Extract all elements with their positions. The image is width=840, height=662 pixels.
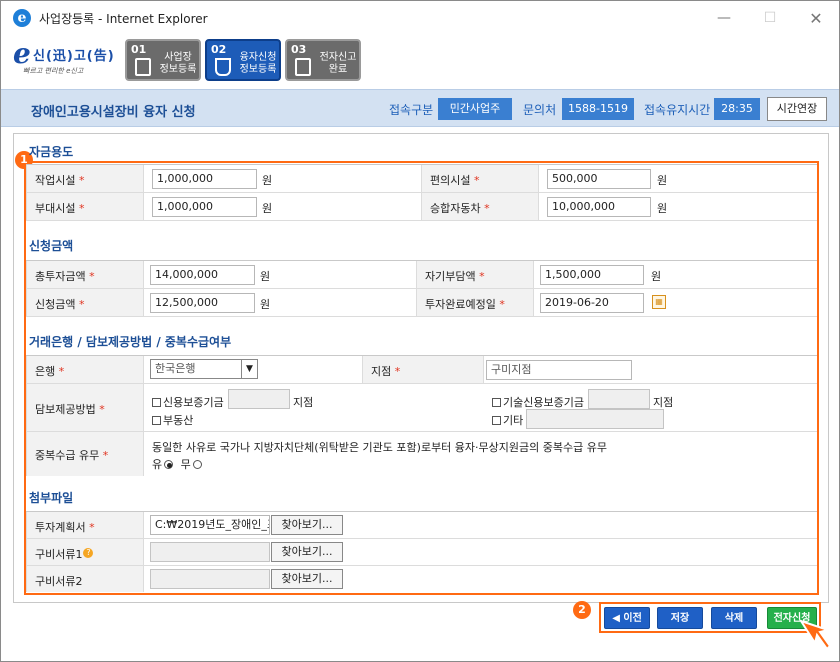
- total-investment-input[interactable]: 14,000,000: [150, 265, 255, 285]
- table-row: 은행 * 한국은행 ▼ 지점 * 구미지점: [26, 356, 817, 384]
- work-facility-input[interactable]: 1,000,000: [152, 169, 257, 189]
- section-fund-use: 자금용도: [29, 145, 74, 159]
- extend-time-button[interactable]: 시간연장: [767, 97, 827, 121]
- bank-select[interactable]: 한국은행 ▼: [150, 359, 258, 379]
- contact-value: 1588-1519: [562, 98, 634, 120]
- session-time-label: 접속유지시간: [644, 103, 711, 117]
- step-03[interactable]: 03 전자신고 완료: [285, 39, 361, 81]
- title-bar: e 사업장등록 - Internet Explorer — ☐ ✕: [1, 1, 839, 35]
- internet-explorer-icon: e: [13, 9, 31, 27]
- table-row: 구비서류2 찾아보기...: [26, 566, 817, 592]
- section-bank: 거래은행 / 담보제공방법 / 중복수급여부: [29, 335, 232, 349]
- request-amount-input[interactable]: 12,500,000: [150, 293, 255, 313]
- table-row: 신청금액 * 12,500,000 원 투자완료예정일 * 2019-06-20…: [26, 289, 817, 317]
- pen-icon: [215, 58, 231, 76]
- access-type-value: 민간사업주: [438, 98, 512, 120]
- table-row: 작업시설 * 1,000,000 원 편의시설 * 500,000 원: [26, 165, 817, 193]
- step-badge-2: 2: [573, 601, 591, 619]
- document2-browse-button[interactable]: 찾아보기...: [271, 569, 343, 589]
- attachments-table: 투자계획서 * C:₩2019년도_장애인_표준 찾아보기... 구비서류1? …: [26, 511, 817, 592]
- minimize-button[interactable]: —: [701, 1, 747, 35]
- branch-input[interactable]: 구미지점: [486, 360, 632, 380]
- tech-guarantee-branch-input[interactable]: [588, 389, 650, 409]
- incidental-facility-input[interactable]: 1,000,000: [152, 197, 257, 217]
- amount-table: 총투자금액 * 14,000,000 원 자기부담액 * 1,500,000 원…: [26, 260, 817, 317]
- etc-input[interactable]: [526, 409, 664, 429]
- close-button[interactable]: ✕: [793, 1, 839, 35]
- convenience-facility-input[interactable]: 500,000: [547, 169, 651, 189]
- step-01[interactable]: 01 사업장 정보등록: [125, 39, 201, 81]
- pointer-cursor-icon: [799, 619, 831, 651]
- section-attachments: 첨부파일: [29, 491, 74, 505]
- bank-table: 은행 * 한국은행 ▼ 지점 * 구미지점 담보제공방법 * 신용보증기금 지점 …: [26, 355, 817, 476]
- investment-plan-file-input[interactable]: C:₩2019년도_장애인_표준: [150, 515, 270, 535]
- header: e 신(迅)고(告) 빠르고 편리한 e신고 01 사업장 정보등록 02 융자신…: [1, 35, 839, 85]
- duplicate-description: 동일한 사유로 국가나 지방자치단체(위탁받은 기관도 포함)로부터 융자·무상…: [152, 441, 607, 454]
- page-title: 장애인고용시설장비 융자 신청: [31, 105, 196, 120]
- self-payment-input[interactable]: 1,500,000: [540, 265, 644, 285]
- step-indicator: 01 사업장 정보등록 02 융자신청 정보등록 03 전자신고 완료: [125, 39, 365, 81]
- access-type-label: 접속구분: [389, 103, 434, 117]
- investment-plan-browse-button[interactable]: 찾아보기...: [271, 515, 343, 535]
- info-bar: 장애인고용시설장비 융자 신청 접속구분 민간사업주 문의처 1588-1519…: [1, 89, 839, 127]
- duplicate-yes-radio[interactable]: [164, 460, 174, 469]
- real-estate-checkbox[interactable]: 부동산: [152, 412, 193, 428]
- table-row: 총투자금액 * 14,000,000 원 자기부담액 * 1,500,000 원: [26, 261, 817, 289]
- chevron-down-icon: ▼: [241, 360, 257, 378]
- credit-guarantee-branch-input[interactable]: [228, 389, 290, 409]
- duplicate-no-radio[interactable]: [192, 460, 202, 469]
- document1-browse-button[interactable]: 찾아보기...: [271, 542, 343, 562]
- window-title: 사업장등록 - Internet Explorer: [39, 11, 208, 26]
- step-02[interactable]: 02 융자신청 정보등록: [205, 39, 281, 81]
- table-row: 투자계획서 * C:₩2019년도_장애인_표준 찾아보기...: [26, 512, 817, 539]
- fund-use-table: 작업시설 * 1,000,000 원 편의시설 * 500,000 원 부대시설…: [26, 164, 817, 221]
- section-amount: 신청금액: [29, 239, 74, 253]
- help-icon[interactable]: ?: [83, 548, 94, 558]
- session-time-value: 28:35: [714, 98, 760, 120]
- document1-file-input[interactable]: [150, 542, 270, 562]
- table-row: 부대시설 * 1,000,000 원 승합자동차 * 10,000,000 원: [26, 193, 817, 221]
- document-icon: [295, 58, 311, 76]
- credit-guarantee-checkbox[interactable]: 신용보증기금: [152, 394, 224, 410]
- table-row: 중복수급 유무 * 동일한 사유로 국가나 지방자치단체(위탁받은 기관도 포함…: [26, 432, 817, 476]
- contact-label: 문의처: [523, 103, 557, 117]
- tech-guarantee-checkbox[interactable]: 기술신용보증기금: [492, 394, 584, 410]
- table-row: 구비서류1? 찾아보기...: [26, 539, 817, 566]
- building-icon: [135, 58, 151, 76]
- delete-button[interactable]: 삭제: [711, 607, 757, 629]
- browser-window: e 사업장등록 - Internet Explorer — ☐ ✕ e 신(迅)…: [0, 0, 840, 662]
- save-button[interactable]: 저장: [657, 607, 703, 629]
- table-row: 담보제공방법 * 신용보증기금 지점 부동산 기술신용보증기금 지점 기타: [26, 384, 817, 432]
- completion-date-input[interactable]: 2019-06-20: [540, 293, 644, 313]
- maximize-button[interactable]: ☐: [747, 1, 793, 35]
- etc-checkbox[interactable]: 기타: [492, 412, 523, 428]
- prev-button[interactable]: ◀ 이전: [604, 607, 650, 629]
- e-singo-logo: e 신(迅)고(告) 빠르고 편리한 e신고: [13, 37, 115, 75]
- document2-file-input[interactable]: [150, 569, 270, 589]
- van-input[interactable]: 10,000,000: [547, 197, 651, 217]
- calendar-icon[interactable]: ▦: [652, 295, 666, 309]
- circle-left-icon: ◀: [612, 613, 624, 624]
